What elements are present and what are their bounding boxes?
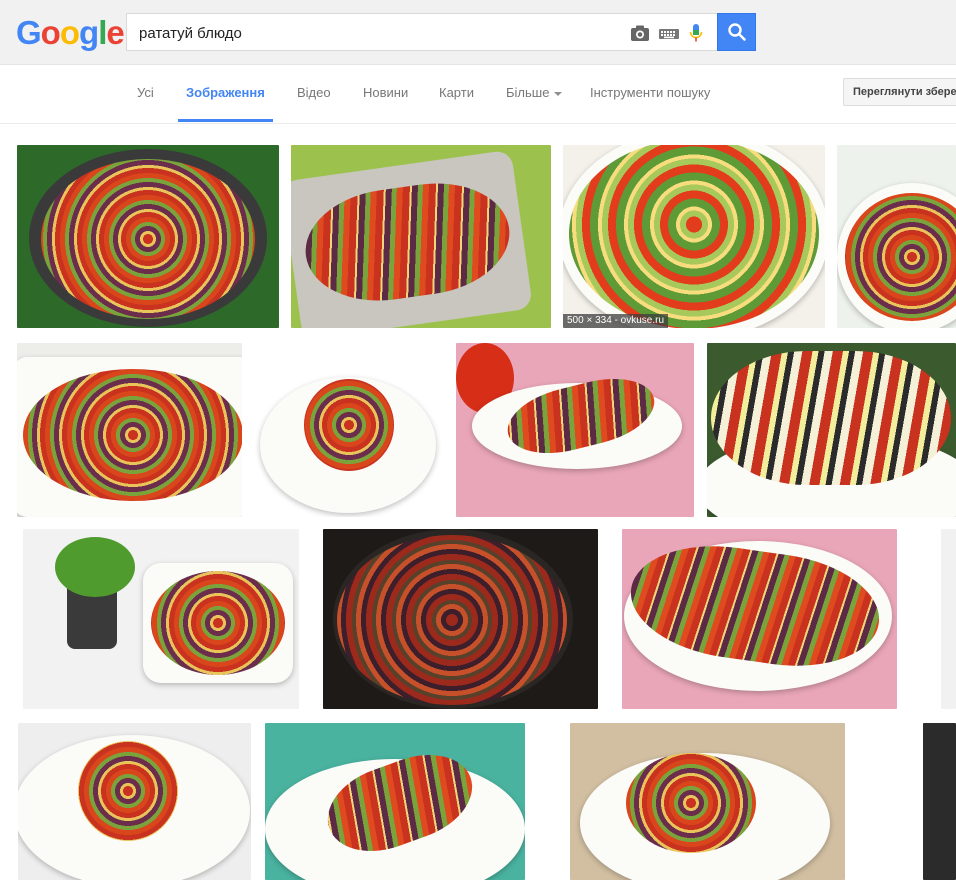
- microphone-icon[interactable]: [685, 22, 707, 44]
- image-result[interactable]: [254, 343, 443, 517]
- tab-search-tools[interactable]: Інструменти пошуку: [590, 85, 710, 100]
- tab-news[interactable]: Новини: [363, 85, 408, 100]
- image-results-grid: 500 × 334 - ovkuse.ru: [0, 124, 956, 880]
- image-result[interactable]: 500 × 334 - ovkuse.ru: [563, 145, 825, 328]
- tab-maps[interactable]: Карти: [439, 85, 474, 100]
- image-result[interactable]: [323, 529, 598, 709]
- image-result[interactable]: [17, 145, 279, 328]
- search-icon: [728, 23, 746, 41]
- search-button[interactable]: [717, 13, 756, 51]
- tab-more-label: Більше: [506, 85, 550, 100]
- image-result[interactable]: [23, 529, 299, 709]
- search-input[interactable]: [137, 22, 611, 44]
- image-result[interactable]: [265, 723, 525, 880]
- tab-all[interactable]: Усі: [137, 85, 154, 100]
- image-result[interactable]: [291, 145, 551, 328]
- camera-icon[interactable]: [629, 22, 651, 44]
- image-size-label: 500 × 334 - ovkuse.ru: [563, 314, 669, 328]
- image-result[interactable]: [18, 723, 251, 880]
- image-result[interactable]: [622, 529, 897, 709]
- chevron-down-icon: [554, 91, 563, 96]
- image-result[interactable]: [707, 343, 956, 517]
- image-result[interactable]: [456, 343, 694, 517]
- keyboard-icon[interactable]: [658, 22, 680, 44]
- search-tabs: Усі Зображення Відео Новини Карти Більше…: [0, 65, 956, 124]
- image-result[interactable]: [17, 343, 242, 517]
- search-box: [126, 13, 718, 51]
- active-tab-indicator: [178, 119, 273, 122]
- view-saved-button[interactable]: Переглянути збережені: [843, 78, 956, 106]
- tab-more[interactable]: Більше: [506, 85, 563, 100]
- image-result[interactable]: [941, 529, 956, 709]
- header: Google: [0, 0, 956, 65]
- image-result[interactable]: [923, 723, 956, 880]
- tab-images[interactable]: Зображення: [186, 85, 265, 100]
- image-result[interactable]: [570, 723, 845, 880]
- tab-video[interactable]: Відео: [297, 85, 331, 100]
- image-result[interactable]: [837, 145, 956, 328]
- google-logo[interactable]: Google: [16, 14, 125, 52]
